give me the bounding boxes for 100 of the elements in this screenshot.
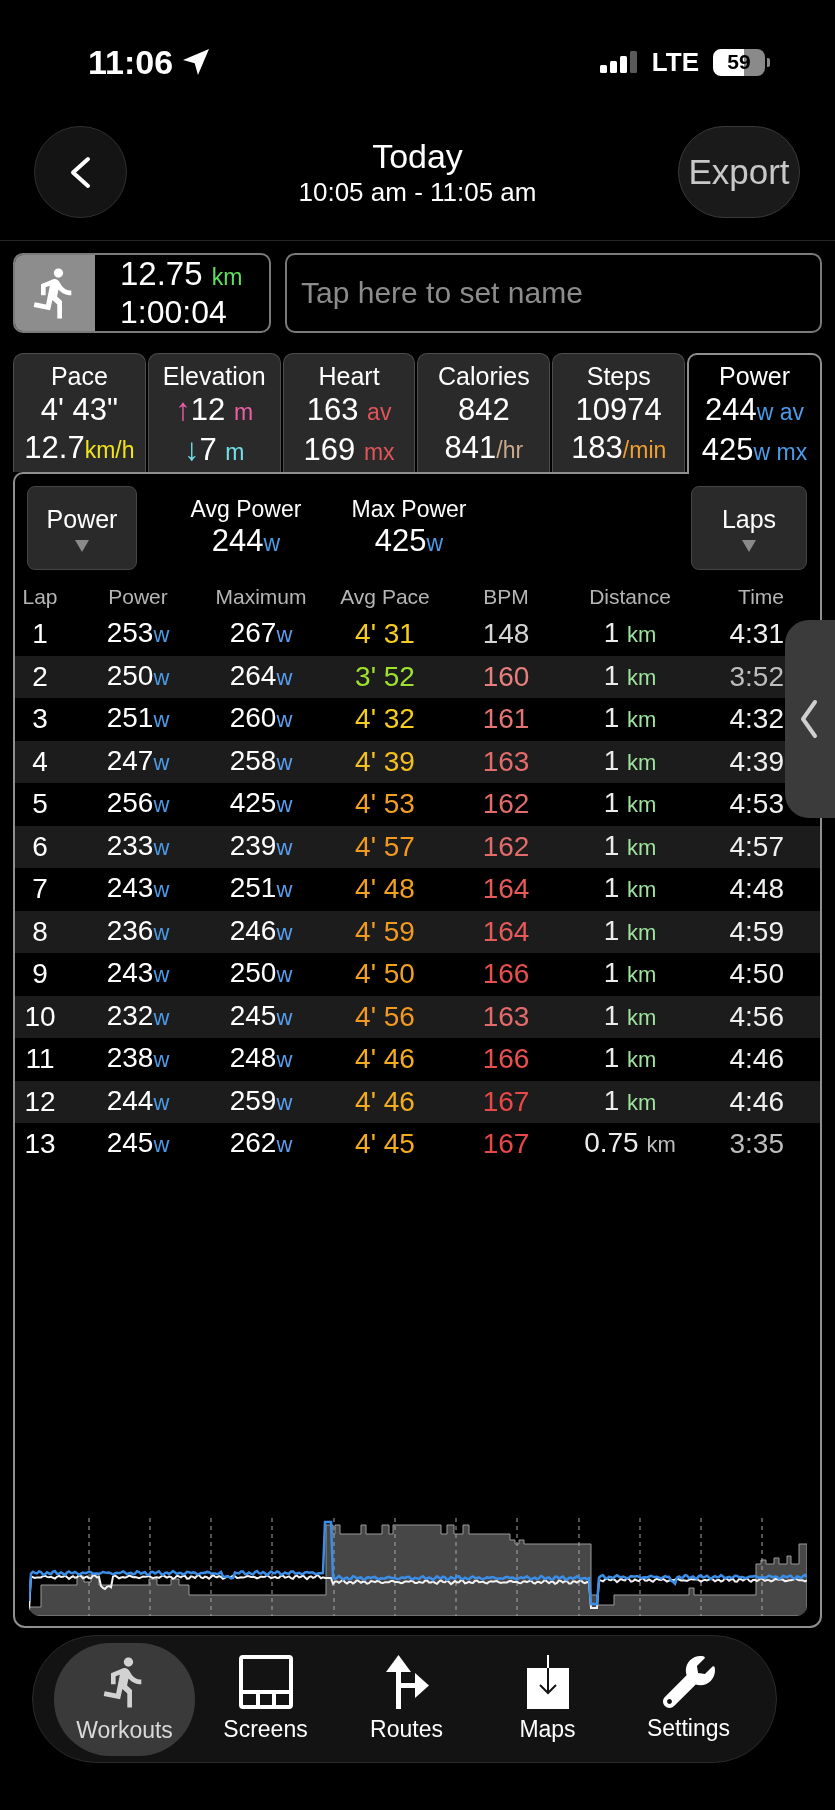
heart-rate-cell: 163 (482, 999, 530, 1034)
heart-rate-cell: 161 (482, 702, 530, 737)
export-button[interactable]: Export (678, 126, 800, 218)
time-cell: 4:50 (729, 957, 784, 992)
nav-tab[interactable]: Workouts (54, 1642, 195, 1756)
pace-cell: 4' 39 (355, 744, 415, 779)
time-cell: 4:48 (729, 872, 784, 907)
lap-cell: 1 (32, 617, 48, 652)
heart-rate-cell: 167 (482, 1127, 530, 1162)
metric-reading: ↓7 m (183, 431, 245, 469)
caret-down-icon (742, 540, 756, 552)
lap-cell: 6 (32, 829, 48, 864)
pace-cell: 4' 46 (355, 1084, 415, 1119)
route-arrows-icon (384, 1655, 429, 1709)
metric-reading: 169 mx (303, 431, 395, 469)
lap-cell: 4 (32, 744, 48, 779)
metric-reading: 183/min (571, 429, 667, 467)
time-cell: 4:32 (729, 702, 784, 737)
distance-cell-text: 1 km (603, 998, 657, 1033)
metric-reading: ↑12 m (175, 391, 254, 429)
lap-cell: 13 (24, 1127, 56, 1162)
column-header: Avg Pace (340, 584, 430, 610)
pace-cell: 4' 56 (355, 999, 415, 1034)
time-cell: 4:56 (729, 999, 784, 1034)
max-power-cell-text: 248w (229, 1041, 293, 1076)
power-cell-text: 243w (106, 871, 170, 906)
heart-rate-cell: 166 (482, 1042, 530, 1077)
max-power-cell-text: 425w (229, 786, 293, 821)
lap-cell: 12 (24, 1084, 56, 1119)
metric-dropdown[interactable]: Power (27, 486, 137, 570)
column-header: Power (108, 584, 168, 610)
nav-tab[interactable]: Screens (195, 1642, 336, 1756)
heart-rate-cell: 160 (482, 659, 530, 694)
wrench-icon (662, 1656, 715, 1708)
name-field[interactable]: Tap here to set name (285, 253, 822, 333)
pace-cell: 4' 31 (355, 617, 415, 652)
time-cell: 4:46 (729, 1042, 784, 1077)
power-cell-text: 253w (106, 616, 170, 651)
distance-cell-text: 0.75 km (584, 1126, 676, 1161)
distance-cell-text: 1 km (603, 828, 657, 863)
distance-cell-text: 1 km (603, 1083, 657, 1118)
metric-reading: 10974 (575, 391, 662, 429)
view-dropdown[interactable]: Laps (691, 486, 807, 570)
back-chevron-icon (70, 155, 91, 189)
metric-tab[interactable]: Heart 163 av 169 mx (282, 353, 416, 472)
caret-down-icon (75, 540, 89, 552)
screen-layout-icon (238, 1655, 293, 1709)
network-type: LTE (651, 47, 699, 77)
metric-tab[interactable]: Pace 4' 43" 12.7km/h (13, 353, 146, 472)
metric-reading: 163 av (306, 391, 392, 429)
runner-icon (15, 255, 95, 331)
column-header: Time (738, 584, 784, 610)
max-power-cell-text: 264w (229, 658, 293, 693)
max-power-cell-text: 262w (229, 1126, 293, 1161)
power-cell-text: 251w (106, 701, 170, 736)
pace-cell: 4' 53 (355, 787, 415, 822)
stat-label: Max Power (351, 495, 467, 523)
nav-tab[interactable]: Maps (477, 1642, 618, 1756)
pace-cell: 4' 45 (355, 1127, 415, 1162)
stat-value: 244w (211, 523, 281, 560)
side-panel-handle[interactable] (785, 620, 835, 818)
metric-reading: 425w mx (701, 431, 808, 469)
max-power-cell-text: 267w (229, 616, 293, 651)
download-box-icon (526, 1655, 569, 1709)
power-cell-text: 244w (106, 1083, 170, 1118)
metric-tab[interactable]: Power 244w av 425w mx (687, 353, 822, 474)
time-cell: 4:39 (729, 744, 784, 779)
lap-cell: 3 (32, 702, 48, 737)
distance-total: 12.75 km (120, 256, 243, 294)
pace-cell: 4' 57 (355, 829, 415, 864)
pace-cell: 4' 48 (355, 872, 415, 907)
nav-tab[interactable]: Routes (336, 1642, 477, 1756)
metric-reading: 841/hr (444, 429, 524, 467)
pace-cell: 4' 50 (355, 957, 415, 992)
column-header: Lap (22, 584, 58, 610)
time-cell: 4:46 (729, 1084, 784, 1119)
pace-cell: 4' 32 (355, 702, 415, 737)
lap-cell: 7 (32, 872, 48, 907)
time-cell: 4:53 (729, 787, 784, 822)
metric-tab[interactable]: Steps 10974 183/min (552, 353, 686, 472)
metric-reading: 12.7km/h (24, 429, 135, 467)
time-cell: 3:52 (729, 659, 784, 694)
time-cell: 4:59 (729, 914, 784, 949)
heart-rate-cell: 162 (482, 829, 530, 864)
column-header: Distance (589, 584, 671, 610)
stat-label: Avg Power (190, 495, 302, 523)
distance-cell-text: 1 km (603, 616, 657, 651)
pace-cell: 4' 59 (355, 914, 415, 949)
distance-cell-text: 1 km (603, 1041, 657, 1076)
power-cell-text: 243w (106, 956, 170, 991)
metric-reading: 244w av (705, 391, 805, 429)
duration-total: 1:00:04 (120, 295, 228, 330)
time-range: 10:05 am - 11:05 am (298, 176, 537, 208)
metric-tab[interactable]: Calories 842 841/hr (417, 353, 551, 472)
nav-tab[interactable]: Settings (618, 1642, 759, 1756)
metric-tab[interactable]: Elevation ↑12 m ↓7 m (147, 353, 281, 472)
lap-cell: 9 (32, 957, 48, 992)
max-power-cell-text: 259w (229, 1083, 293, 1118)
heart-rate-cell: 164 (482, 914, 530, 949)
power-cell-text: 233w (106, 828, 170, 863)
